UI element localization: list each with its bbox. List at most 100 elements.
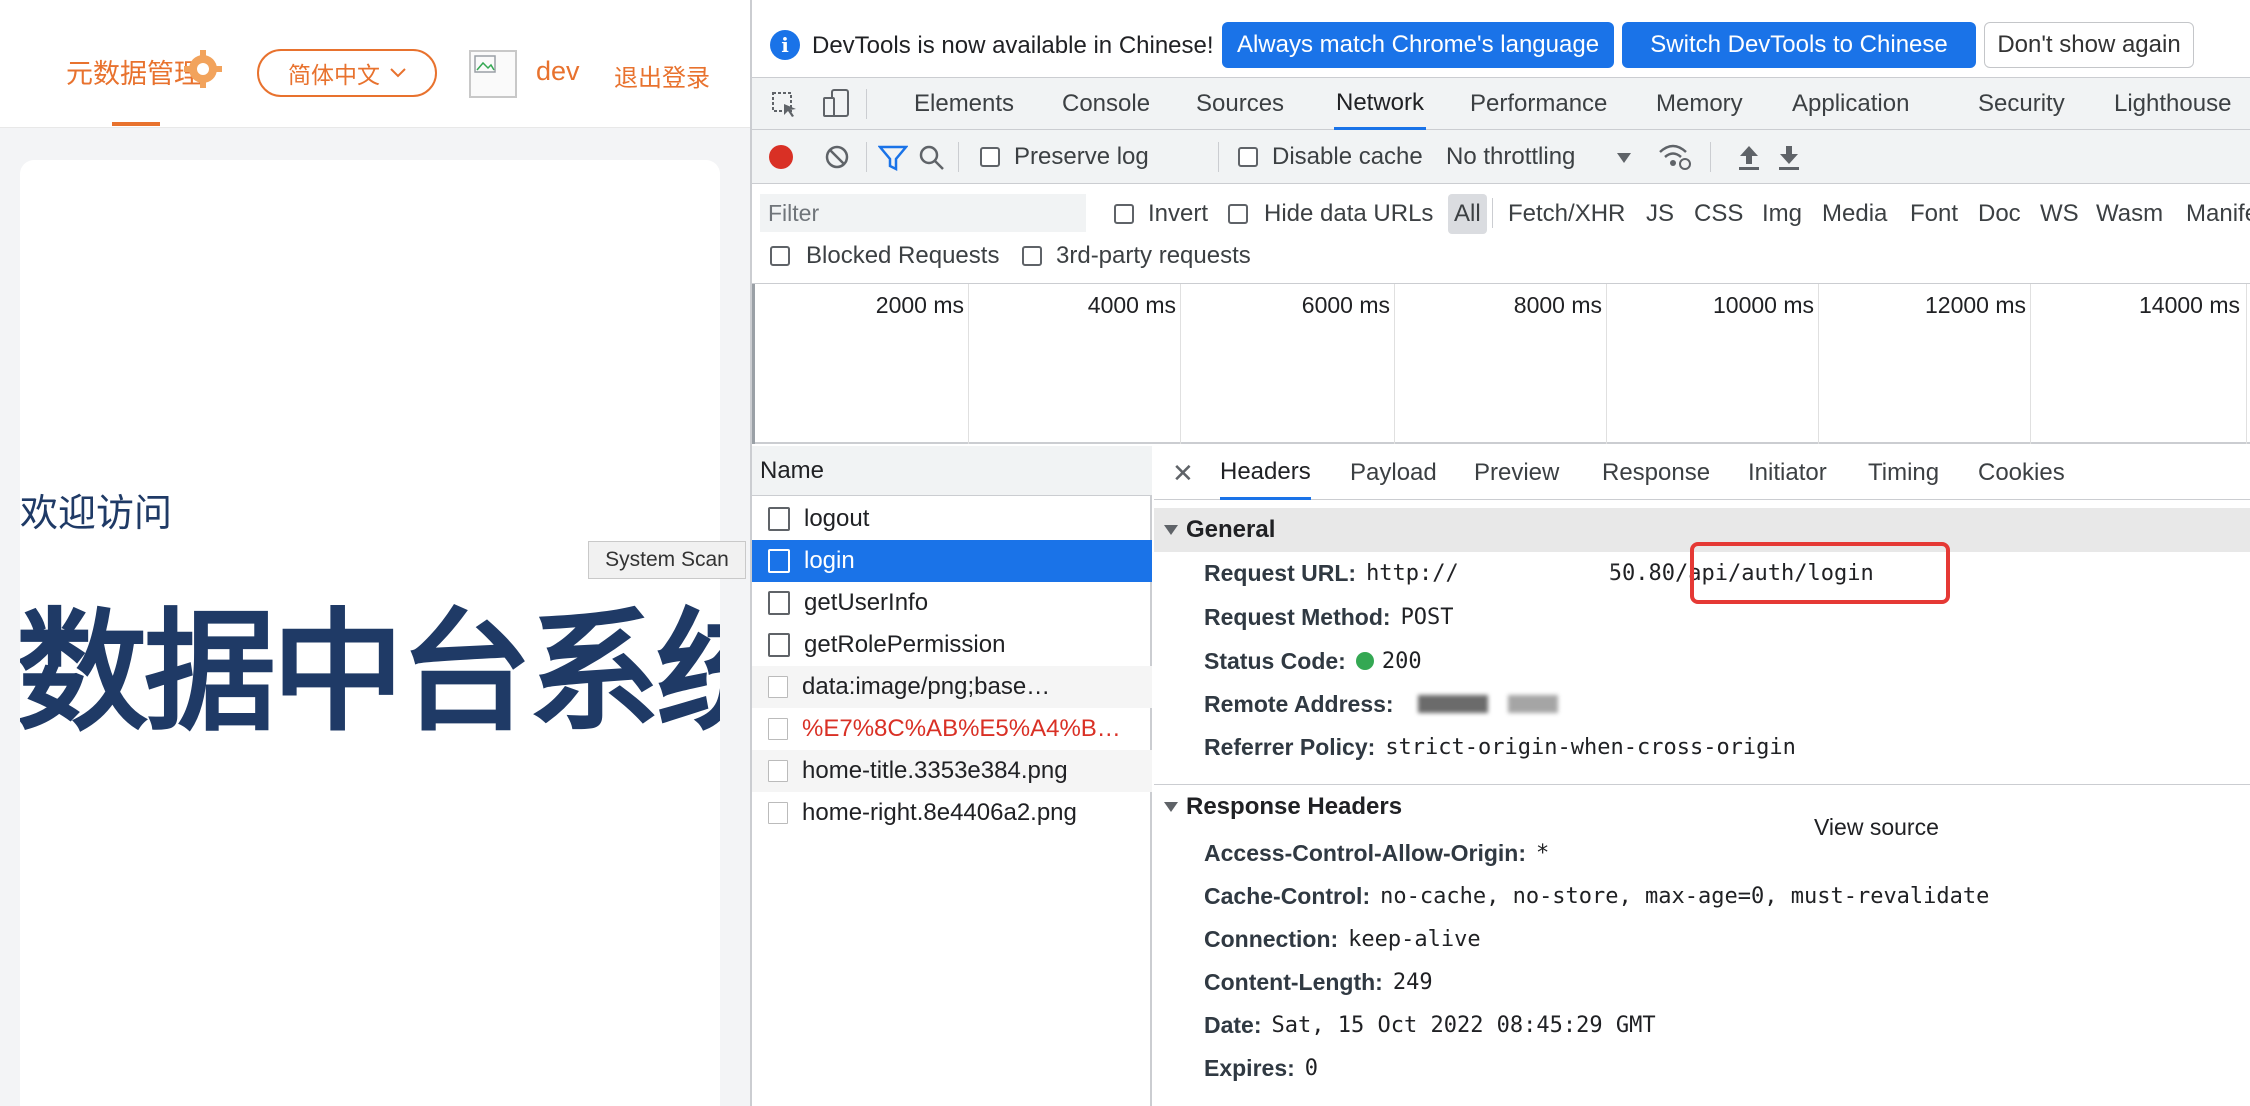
tab-payload[interactable]: Payload bbox=[1350, 446, 1437, 500]
header-key: Access-Control-Allow-Origin: bbox=[1204, 839, 1527, 866]
header-key: Cache-Control: bbox=[1204, 882, 1371, 909]
close-icon[interactable]: ✕ bbox=[1172, 458, 1194, 489]
request-row-home-title[interactable]: home-title.3353e384.png bbox=[752, 750, 1152, 792]
filter-type-doc[interactable]: Doc bbox=[1978, 194, 2021, 234]
search-icon[interactable] bbox=[918, 144, 946, 172]
tab-security[interactable]: Security bbox=[1978, 78, 2065, 130]
header-key: Remote Address: bbox=[1204, 690, 1394, 717]
request-name: getUserInfo bbox=[804, 589, 929, 616]
annotation-highlight-box bbox=[1690, 542, 1950, 604]
tab-elements[interactable]: Elements bbox=[914, 78, 1014, 130]
request-name: home-right.8e4406a2.png bbox=[802, 799, 1077, 826]
clear-icon[interactable] bbox=[824, 144, 850, 170]
preserve-log-checkbox[interactable] bbox=[980, 147, 1000, 167]
tab-memory[interactable]: Memory bbox=[1656, 78, 1743, 130]
preserve-log-label: Preserve log bbox=[1014, 143, 1149, 170]
filter-type-css[interactable]: CSS bbox=[1694, 194, 1743, 234]
tab-headers[interactable]: Headers bbox=[1220, 446, 1311, 500]
header-key: Status Code: bbox=[1204, 647, 1346, 674]
tab-lighthouse[interactable]: Lighthouse bbox=[2114, 78, 2231, 130]
request-row-getrolepermission[interactable]: getRolePermission bbox=[752, 624, 1152, 666]
timeline-tick-label: 4000 ms bbox=[1087, 292, 1176, 318]
third-party-checkbox[interactable] bbox=[1022, 246, 1042, 266]
tab-cookies[interactable]: Cookies bbox=[1978, 446, 2065, 500]
document-icon bbox=[768, 591, 790, 615]
header-key: Request URL: bbox=[1204, 559, 1357, 586]
logout-link[interactable]: 退出登录 bbox=[614, 58, 710, 93]
name-column-header[interactable]: Name bbox=[752, 446, 1152, 496]
request-row-home-right[interactable]: home-right.8e4406a2.png bbox=[752, 792, 1152, 834]
redacted-address bbox=[1417, 695, 1488, 713]
tab-console[interactable]: Console bbox=[1062, 78, 1150, 130]
throttling-select[interactable]: No throttling bbox=[1446, 130, 1575, 184]
dont-show-again-button[interactable]: Don't show again bbox=[1984, 22, 2194, 68]
blocked-requests-checkbox[interactable] bbox=[770, 246, 790, 266]
collapse-triangle-icon bbox=[1164, 801, 1178, 812]
request-row-data-image[interactable]: data:image/png;base… bbox=[752, 666, 1152, 708]
response-headers-section-header[interactable]: Response Headers bbox=[1154, 784, 2250, 828]
tab-application[interactable]: Application bbox=[1792, 78, 1909, 130]
request-name: getRolePermission bbox=[804, 631, 1006, 658]
filter-type-media[interactable]: Media bbox=[1822, 194, 1887, 234]
export-har-icon[interactable] bbox=[1776, 142, 1802, 172]
filter-type-font[interactable]: Font bbox=[1910, 194, 1958, 234]
filter-type-manifest[interactable]: Manife bbox=[2186, 194, 2250, 234]
import-har-icon[interactable] bbox=[1736, 142, 1762, 172]
request-row-getuserinfo[interactable]: getUserInfo bbox=[752, 582, 1152, 624]
broken-image-icon bbox=[474, 55, 496, 73]
response-header-row: Date: Sat, 15 Oct 2022 08:45:29 GMT bbox=[1204, 1010, 1656, 1040]
tab-response[interactable]: Response bbox=[1602, 446, 1710, 500]
tab-network[interactable]: Network bbox=[1334, 78, 1427, 130]
filter-icon[interactable] bbox=[878, 144, 908, 172]
brand-name[interactable]: 元数据管理 bbox=[66, 52, 201, 91]
filter-type-all[interactable]: All bbox=[1448, 194, 1487, 234]
filter-input[interactable]: Filter bbox=[760, 194, 1086, 232]
filter-type-wasm[interactable]: Wasm bbox=[2096, 194, 2163, 234]
switch-to-chinese-button[interactable]: Switch DevTools to Chinese bbox=[1622, 22, 1976, 68]
header-key: Content-Length: bbox=[1204, 968, 1383, 995]
request-row-login[interactable]: login bbox=[752, 540, 1152, 582]
network-conditions-icon[interactable] bbox=[1658, 142, 1692, 172]
record-icon[interactable] bbox=[768, 144, 794, 170]
request-row-failed-image[interactable]: %E7%8C%AB%E5%A4%B… bbox=[752, 708, 1152, 750]
tab-performance[interactable]: Performance bbox=[1470, 78, 1607, 130]
avatar[interactable] bbox=[469, 50, 517, 98]
request-row-logout[interactable]: logout bbox=[752, 498, 1152, 540]
timeline-tick-label: 6000 ms bbox=[1301, 292, 1390, 318]
dropdown-arrow-icon[interactable] bbox=[1616, 152, 1632, 164]
filter-type-js[interactable]: JS bbox=[1646, 194, 1674, 234]
inspect-element-icon[interactable] bbox=[770, 90, 800, 120]
language-infobar: i DevTools is now available in Chinese! … bbox=[752, 14, 2250, 78]
tab-sources[interactable]: Sources bbox=[1196, 78, 1284, 130]
tab-timing[interactable]: Timing bbox=[1868, 446, 1939, 500]
disable-cache-checkbox[interactable] bbox=[1238, 147, 1258, 167]
tab-initiator[interactable]: Initiator bbox=[1748, 446, 1827, 500]
response-header-row: Access-Control-Allow-Origin: * bbox=[1204, 838, 1549, 868]
header-value: 249 bbox=[1392, 969, 1433, 995]
chevron-down-icon bbox=[390, 68, 406, 78]
welcome-card: 欢迎访问 数据中台系统 bbox=[20, 160, 720, 1106]
timeline-gridline bbox=[1394, 284, 1395, 444]
timeline-tick-label: 12000 ms bbox=[1924, 292, 2026, 318]
view-source-link[interactable]: View source bbox=[1814, 814, 1939, 841]
request-name: %E7%8C%AB%E5%A4%B… bbox=[802, 715, 1121, 742]
image-icon bbox=[768, 718, 788, 740]
language-selector[interactable]: 简体中文 bbox=[257, 49, 437, 97]
invert-checkbox[interactable] bbox=[1114, 204, 1134, 224]
filter-type-fetch-xhr[interactable]: Fetch/XHR bbox=[1508, 194, 1625, 234]
image-icon bbox=[768, 760, 788, 782]
web-page: 元数据管理 简体中文 dev 退出登录 欢迎访问 数据中台系统 System S… bbox=[0, 0, 750, 1106]
device-toolbar-icon[interactable] bbox=[822, 88, 852, 120]
filter-type-ws[interactable]: WS bbox=[2040, 194, 2079, 234]
invert-label: Invert bbox=[1148, 200, 1209, 227]
filter-type-img[interactable]: Img bbox=[1762, 194, 1802, 234]
always-match-language-button[interactable]: Always match Chrome's language bbox=[1222, 22, 1614, 68]
username[interactable]: dev bbox=[536, 56, 580, 87]
hide-data-urls-checkbox[interactable] bbox=[1228, 204, 1248, 224]
tab-preview[interactable]: Preview bbox=[1474, 446, 1559, 500]
blocked-requests-label: Blocked Requests bbox=[806, 242, 1000, 269]
timeline-overview[interactable]: 2000 ms 4000 ms 6000 ms 8000 ms 10000 ms… bbox=[752, 284, 2250, 444]
request-name: home-title.3353e384.png bbox=[802, 757, 1068, 784]
request-name: login bbox=[804, 547, 855, 574]
request-details: ✕ Headers Payload Preview Response Initi… bbox=[1154, 446, 2250, 1106]
